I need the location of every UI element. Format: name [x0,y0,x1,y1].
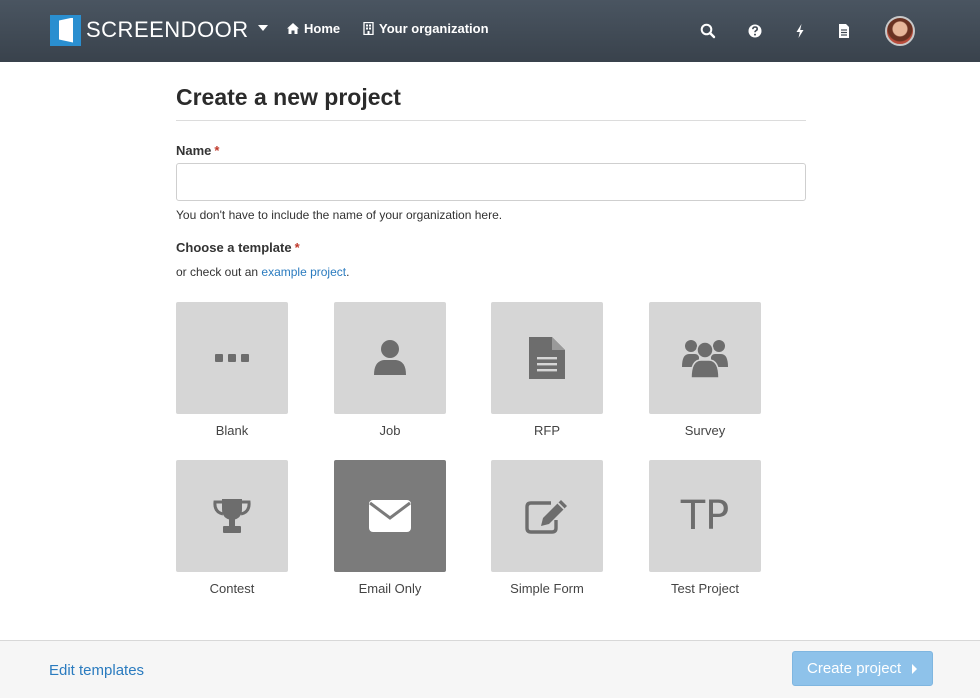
users-icon [682,340,728,379]
template-tile-box [334,460,446,572]
template-help-suffix: . [346,265,350,279]
user-avatar[interactable] [885,16,915,46]
help-icon[interactable] [746,22,764,40]
search-icon[interactable] [699,22,717,40]
template-help-prefix: or check out an [176,265,262,279]
example-project-link[interactable]: example project [261,265,346,279]
template-tile-box: TP [649,460,761,572]
nav-organization-label: Your organization [379,21,489,36]
brand-menu[interactable]: SCREENDOOR [50,14,268,46]
name-label: Name * [176,143,219,158]
template-tile-box [649,302,761,414]
template-help-text: or check out an example project. [176,265,349,279]
template-tile-job[interactable]: Job [334,302,446,438]
template-tile-box [176,302,288,414]
template-label-test-project: Test Project [671,581,739,596]
template-label-simple-form: Simple Form [510,581,584,596]
template-label-survey: Survey [684,423,726,438]
envelope-icon [369,500,411,532]
document-icon[interactable] [835,22,853,40]
nav-organization-link[interactable]: Your organization [363,21,489,36]
user-icon [374,340,406,375]
name-label-text: Name [176,143,212,158]
name-help-text: You don't have to include the name of yo… [176,208,503,222]
page-title: Create a new project [176,84,401,110]
required-mark: * [214,143,220,158]
create-project-button[interactable]: Create project [792,651,933,686]
building-icon [363,22,374,35]
template-label-rfp: RFP [534,423,560,438]
template-label-job: Job [379,423,401,438]
ellipsis-icon [215,354,249,362]
brand-name: SCREENDOOR [86,17,249,42]
template-tile-survey[interactable]: Survey [649,302,761,438]
template-label-contest: Contest [209,581,255,596]
screendoor-logo-icon [50,14,81,46]
project-name-input[interactable] [176,163,806,201]
edit-templates-link[interactable]: Edit templates [49,662,144,679]
create-project-label: Create project [807,660,902,677]
template-tile-email-only[interactable]: Email Only [334,460,446,596]
template-label-text: Choose a template [176,240,292,255]
template-label: Choose a template * [176,240,300,255]
edit-icon [525,500,567,534]
caret-down-icon [257,25,268,31]
template-tile-blank[interactable]: Blank [176,302,288,438]
nav-home-label: Home [304,21,341,36]
footer-bar: Edit templates Create project [0,640,980,698]
template-tile-contest[interactable]: Contest [176,460,288,596]
template-initials: TP [680,493,730,539]
template-tile-rfp[interactable]: RFP [491,302,603,438]
home-icon [287,23,299,34]
template-tile-box [491,302,603,414]
title-divider [176,120,806,121]
template-tile-box [176,460,288,572]
bolt-icon[interactable] [791,22,809,40]
template-tile-simple-form[interactable]: Simple Form [491,460,603,596]
trophy-icon [213,499,251,533]
top-navbar: SCREENDOOR Home Your organization [0,0,980,62]
template-label-blank: Blank [215,423,249,438]
required-mark: * [294,240,300,255]
template-tile-test-project[interactable]: TP Test Project [649,460,761,596]
template-tile-box [491,460,603,572]
file-text-icon [529,337,565,379]
caret-right-icon [912,663,918,674]
nav-home-link[interactable]: Home [287,21,340,36]
template-label-email-only: Email Only [358,581,422,596]
template-tile-box [334,302,446,414]
